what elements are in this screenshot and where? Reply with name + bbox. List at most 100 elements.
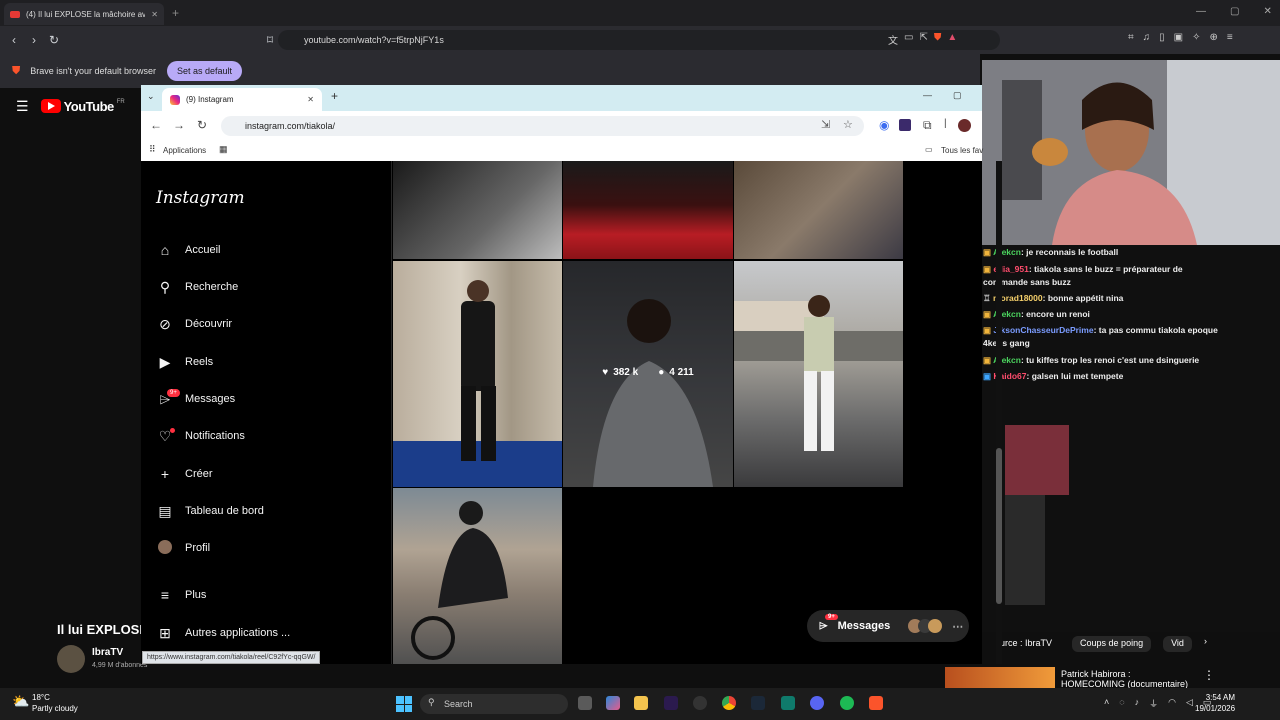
- close-tab-icon[interactable]: ✕: [151, 10, 158, 19]
- post-tile[interactable]: [393, 488, 562, 664]
- new-tab-icon[interactable]: +: [172, 6, 179, 20]
- heart-filled-icon: ♥: [602, 367, 609, 378]
- instagram-logo[interactable]: Instagram: [156, 188, 245, 208]
- nav-create[interactable]: + Créer: [157, 466, 213, 482]
- volume-icon[interactable]: ◁: [1186, 697, 1193, 710]
- audio-icon[interactable]: ◉: [879, 118, 889, 132]
- nav-profile[interactable]: Profil: [157, 540, 210, 556]
- chrome-minimize-icon[interactable]: —: [923, 90, 932, 100]
- maximize-icon[interactable]: ▢: [1230, 6, 1239, 17]
- chrome-new-tab-icon[interactable]: +: [331, 89, 338, 103]
- badge-icon: ▣: [983, 309, 992, 319]
- profile-avatar[interactable]: [958, 119, 971, 132]
- steam-icon[interactable]: [751, 696, 765, 710]
- back-icon[interactable]: ←: [150, 118, 162, 132]
- forward-icon[interactable]: →: [173, 118, 185, 132]
- wallet-icon[interactable]: ▣: [1174, 32, 1183, 43]
- chip-source[interactable]: urce : IbraTV: [1000, 636, 1060, 652]
- tab-search-icon[interactable]: ⌄: [147, 91, 155, 102]
- chevron-right-icon[interactable]: ›: [1204, 636, 1207, 652]
- task-view-icon[interactable]: [578, 696, 592, 710]
- channel-name[interactable]: IbraTV: [92, 647, 123, 658]
- post-tile-hovered[interactable]: ♥ 382 k ● 4 211: [563, 261, 733, 487]
- reload-icon[interactable]: ↻: [197, 118, 207, 132]
- youtube-logo[interactable]: YouTube FR: [40, 99, 125, 114]
- premiere-icon[interactable]: [664, 696, 678, 710]
- reload-icon[interactable]: ↻: [44, 33, 64, 47]
- nav-explore[interactable]: ⊘ Découvrir: [157, 316, 232, 332]
- headset-icon[interactable]: ♪: [1135, 697, 1140, 710]
- nav-dashboard[interactable]: ▤ Tableau de bord: [157, 503, 264, 519]
- scrollbar-thumb[interactable]: [996, 448, 1002, 604]
- minimize-icon[interactable]: —: [1196, 6, 1206, 17]
- brave-app-icon[interactable]: [869, 696, 883, 710]
- share-icon[interactable]: ⇱: [919, 32, 927, 47]
- hamburger-menu-icon[interactable]: ☰: [16, 98, 29, 115]
- app-icon[interactable]: [781, 696, 795, 710]
- chat-user[interactable]: JiksonChasseurDePrime: [993, 325, 1093, 335]
- spotify-icon[interactable]: [840, 696, 854, 710]
- nav-other-apps[interactable]: ⊞ Autres applications ...: [157, 625, 290, 641]
- music-icon[interactable]: ♫: [1143, 32, 1151, 43]
- mic-icon[interactable]: ⏚: [1149, 697, 1158, 710]
- widgets-app-icon[interactable]: [606, 696, 620, 710]
- channel-avatar[interactable]: [57, 645, 85, 673]
- post-tile[interactable]: [563, 161, 733, 259]
- extension-icon[interactable]: [899, 119, 911, 131]
- set-default-button[interactable]: Set as default: [167, 61, 243, 81]
- nav-more-label: Plus: [185, 589, 207, 601]
- brave-shield-icon[interactable]: ⛊: [934, 32, 942, 47]
- sidebar-icon[interactable]: ▯: [1159, 32, 1165, 43]
- weather-widget[interactable]: 18°C Partly cloudy: [32, 692, 78, 714]
- install-app-icon[interactable]: ⇲: [821, 118, 830, 131]
- post-tile[interactable]: [393, 261, 562, 487]
- nav-home[interactable]: ⌂ Accueil: [157, 242, 221, 258]
- back-icon[interactable]: ‹: [4, 33, 24, 47]
- badge-icon: ▣: [983, 247, 992, 257]
- extensions-icon[interactable]: ⧉: [923, 118, 932, 133]
- brave-tab-bar: [0, 0, 1280, 26]
- screenshot-icon[interactable]: ⌗: [1128, 32, 1134, 43]
- nav-more[interactable]: ≡ Plus: [157, 587, 207, 603]
- chrome-app-icon[interactable]: [722, 696, 736, 710]
- bookmark-all-favorites[interactable]: Tous les fav: [941, 146, 983, 155]
- obs-icon[interactable]: [693, 696, 707, 710]
- recommended-video-thumbnail[interactable]: [945, 667, 1055, 689]
- wifi-icon[interactable]: ◠: [1168, 697, 1176, 710]
- menu-icon[interactable]: ≡: [1227, 32, 1233, 43]
- nav-reels[interactable]: ▶ Reels: [157, 354, 214, 370]
- vpn-icon[interactable]: ⊕: [1210, 32, 1218, 43]
- chip-coups-de-poing[interactable]: Coups de poing: [1072, 636, 1152, 652]
- bookmark-icon[interactable]: ⌑: [260, 33, 280, 47]
- taskbar-clock[interactable]: 3:54 AM 19/01/2026: [1195, 692, 1235, 714]
- chrome-address-bar[interactable]: instagram.com/tiakola/ ⇲ ☆: [221, 116, 864, 136]
- file-explorer-icon[interactable]: [634, 696, 648, 710]
- windows-start-icon[interactable]: [396, 696, 412, 712]
- chrome-maximize-icon[interactable]: ▢: [953, 90, 962, 101]
- discord-icon[interactable]: [810, 696, 824, 710]
- chrome-tab-instagram[interactable]: (9) Instagram ✕: [162, 88, 322, 111]
- video-title[interactable]: Il lui EXPLOSE: [57, 622, 148, 637]
- star-icon[interactable]: ☆: [843, 118, 853, 131]
- brave-tab-youtube[interactable]: (4) Il lui EXPLOSE la mâchoire av ✕: [4, 3, 164, 25]
- forward-icon[interactable]: ›: [24, 33, 44, 47]
- post-tile[interactable]: [734, 261, 903, 487]
- messages-floating-button[interactable]: ⌲ 9+ Messages ⋯: [807, 610, 969, 642]
- chevron-up-icon[interactable]: ˄: [1104, 697, 1109, 710]
- taskbar-search[interactable]: ⚲ Search: [420, 694, 568, 714]
- nav-search[interactable]: ⚲ Recherche: [157, 279, 238, 295]
- bookmark-applications[interactable]: Applications: [163, 146, 206, 155]
- cast-icon[interactable]: ▭: [904, 32, 913, 47]
- post-tile[interactable]: [734, 161, 903, 259]
- brave-rewards-icon[interactable]: ▲: [947, 32, 957, 47]
- close-tab-icon[interactable]: ✕: [307, 95, 314, 104]
- recommended-video-title[interactable]: Patrick Habirora : HOMECOMING (documenta…: [1061, 669, 1188, 689]
- close-window-icon[interactable]: ✕: [1263, 6, 1271, 17]
- translate-icon[interactable]: 文: [888, 32, 898, 47]
- post-tile[interactable]: [393, 161, 562, 259]
- network-icon[interactable]: ◌: [1119, 697, 1124, 710]
- tab-groups-icon[interactable]: ▦: [219, 144, 228, 155]
- chip-videos[interactable]: Vid: [1163, 636, 1192, 652]
- extensions-icon[interactable]: ✧: [1192, 32, 1200, 43]
- more-options-icon[interactable]: ⋮: [1203, 668, 1215, 682]
